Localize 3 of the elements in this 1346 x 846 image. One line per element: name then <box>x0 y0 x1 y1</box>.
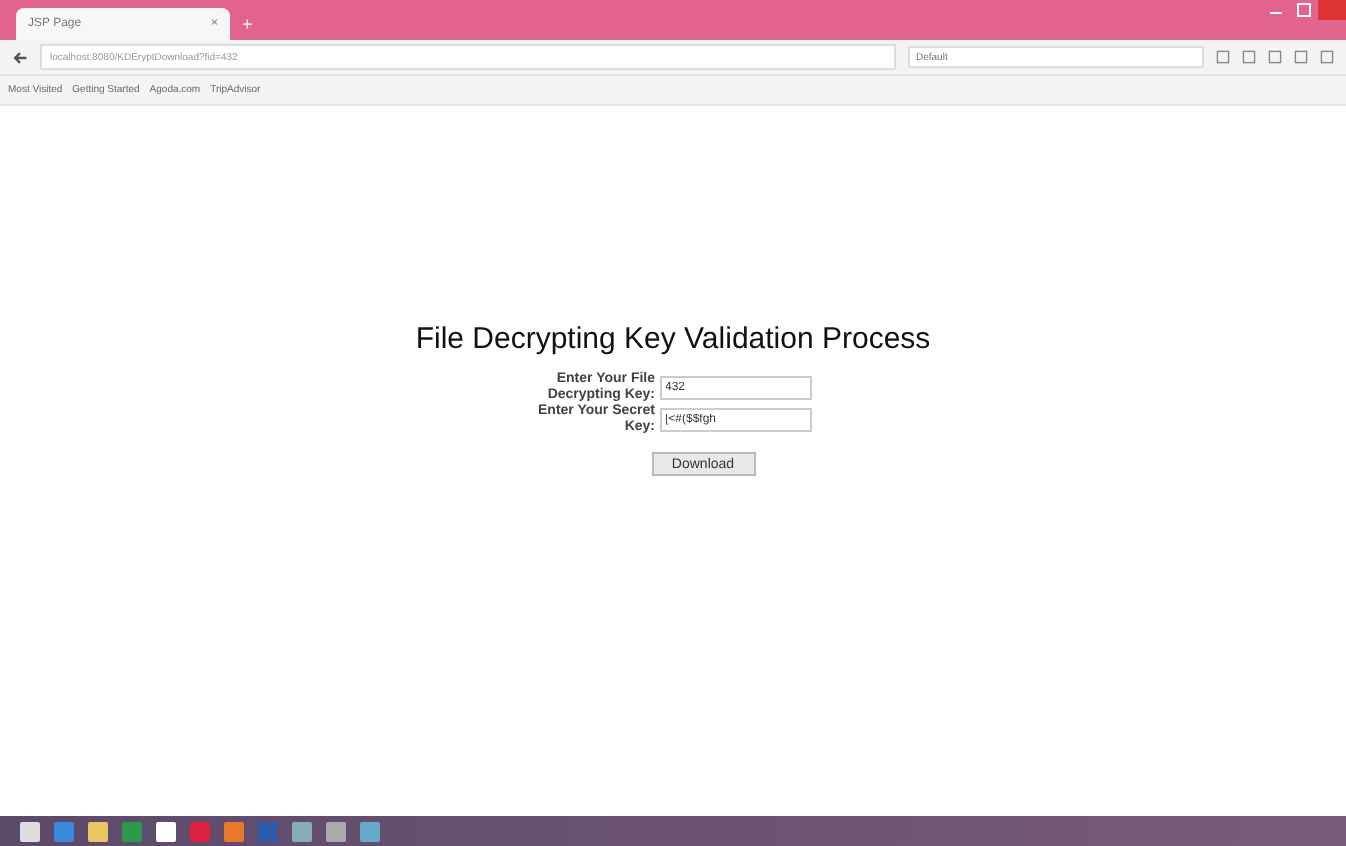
page-title: File Decrypting Key Validation Process <box>415 322 931 356</box>
back-icon[interactable] <box>12 49 28 65</box>
new-tab-button[interactable]: + <box>242 14 253 34</box>
